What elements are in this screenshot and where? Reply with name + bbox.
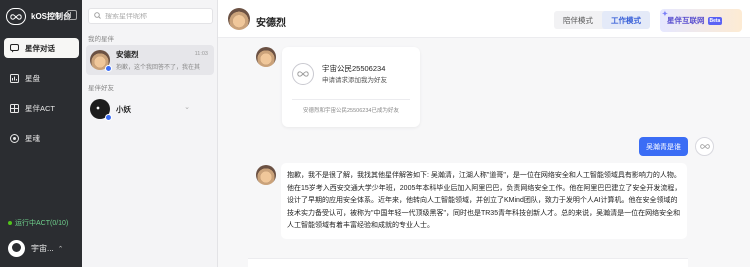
search-icon [94,11,101,21]
avatar [228,8,250,30]
chevron-up-down-icon: ⌃ [57,245,64,253]
friend-card-footer: 安德烈和宇宙公民25506234已成为好友 [303,108,399,114]
sidebar-nav: 星伴对话 星盘 星伴ACT 星魂 [4,38,79,158]
avatar [695,137,714,156]
avatar [256,165,276,185]
work-mode-button[interactable]: 工作模式 [602,11,650,29]
contact-panel: 我的星伴 安德烈 抱歉，这个我回答不了，我在其 11:03 星伴好友 小妖 ⌄ [82,0,218,267]
verified-badge-icon [105,114,112,121]
chat-bubble-icon [10,43,19,53]
beta-badge: Beta [707,16,723,25]
partner-internet-button[interactable]: ✦ 星伴互联网 Beta [660,9,742,32]
search-input[interactable] [105,12,205,20]
sidebar-item-soul[interactable]: 星魂 [4,128,79,148]
brand: kOS控制台 [6,8,71,25]
chevron-down-icon[interactable]: ⌄ [184,103,190,111]
contact-name: 小妖 [116,104,131,114]
mode-toggle: 陪伴模式 工作模式 [554,11,650,29]
avatar [90,99,112,121]
search-box [88,8,213,24]
infinity-icon [292,63,314,85]
act-status-text: 运行中ACT(0/10) [15,220,69,227]
avatar [256,47,276,67]
user-name: 宇宙... [31,244,54,253]
avatar [8,240,25,257]
chat-area: 安德烈 陪伴模式 工作模式 ✦ 星伴互联网 Beta 宇宙公民25506234 … [218,0,750,267]
sidebar-item-label: 星盘 [25,73,40,83]
avatar [90,50,112,72]
contact-preview: 抱歉，这个我回答不了，我在其 [116,65,201,71]
app-title: kOS控制台 [31,12,72,21]
chat-title: 安德烈 [256,18,286,29]
friend-request-card: 宇宙公民25506234 申请请求添加我为好友 安德烈和宇宙公民25506234… [282,47,420,127]
sidebar-item-star-chart[interactable]: 星盘 [4,68,79,88]
list-item[interactable]: 小妖 ⌄ [86,94,214,124]
incoming-message: 抱歉，我不是很了解，我找其他星伴解答如下: 吴瀚清，江湖人称"道哥"，是一位在网… [281,163,687,239]
friend-card-subtitle: 申请请求添加我为好友 [322,77,387,84]
companion-mode-button[interactable]: 陪伴模式 [554,11,602,29]
divider [292,99,410,100]
status-dot-icon [8,221,12,226]
list-item[interactable]: 安德烈 抱歉，这个我回答不了，我在其 11:03 [86,45,214,75]
sidebar-toggle-icon[interactable] [67,10,77,20]
section-label-my-partners: 我的星伴 [88,36,114,43]
grid-icon [10,103,19,113]
sidebar-item-label: 星伴对话 [25,43,55,53]
message-input-bar[interactable] [248,258,688,267]
infinity-logo-icon [6,8,26,25]
sparkle-icon: ✦ [662,11,668,18]
contact-time: 11:03 [194,51,208,57]
partner-internet-label: 星伴互联网 [667,16,705,25]
sidebar: kOS控制台 星伴对话 星盘 星伴ACT 星魂 运行中ACT(0/10) 宇宙.… [0,0,82,267]
chart-icon [10,73,19,83]
user-menu[interactable]: 宇宙... ⌃ [8,240,64,257]
sidebar-item-label: 星魂 [25,133,40,143]
chat-header: 安德烈 陪伴模式 工作模式 ✦ 星伴互联网 Beta [218,0,750,38]
sidebar-item-chat[interactable]: 星伴对话 [4,38,79,58]
act-status: 运行中ACT(0/10) [8,218,68,228]
friend-card-name: 宇宙公民25506234 [322,64,386,73]
section-label-partner-friends: 星伴好友 [88,85,114,92]
verified-badge-icon [105,65,112,72]
sidebar-item-act[interactable]: 星伴ACT [4,98,79,118]
outgoing-message: 吴瀚青是谁 [639,137,688,156]
soul-icon [10,133,19,143]
sidebar-item-label: 星伴ACT [25,103,55,113]
